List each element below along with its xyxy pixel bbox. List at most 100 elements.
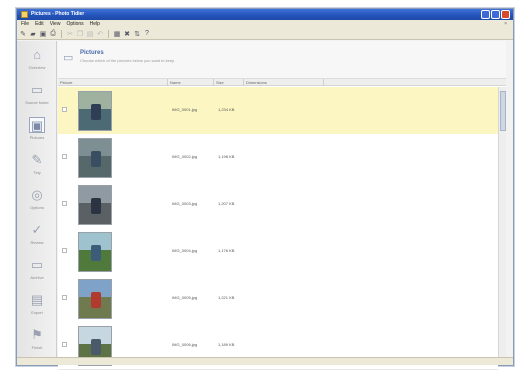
thumbnail-subject: [91, 292, 101, 308]
table-row[interactable]: IMG_0004.jpg 1,176 KB: [58, 228, 498, 276]
print-icon[interactable]: ⎙: [49, 30, 57, 38]
menu-view[interactable]: View: [50, 20, 61, 28]
sidebar-item-options[interactable]: ◎ Options: [17, 185, 57, 225]
sidebar-item-label: Export: [31, 310, 43, 315]
sidebar-item-label: Pictures: [29, 135, 45, 140]
pictures-icon: ▣: [29, 117, 45, 133]
file-size: 1,234 KB: [218, 107, 235, 112]
picture-thumbnail[interactable]: [78, 185, 112, 225]
file-size: 1,198 KB: [218, 154, 235, 159]
open-icon[interactable]: ▰: [29, 30, 37, 38]
file-size: 1,221 KB: [218, 295, 235, 300]
grid-icon[interactable]: ▦: [113, 30, 121, 38]
paste-icon[interactable]: ▤: [86, 30, 94, 38]
menu-close-icon[interactable]: ×: [504, 20, 507, 28]
scrollbar-thumb[interactable]: [500, 91, 506, 131]
picture-thumbnail[interactable]: [78, 91, 112, 131]
page-subtitle: Choose which of the pictures below you w…: [80, 58, 175, 63]
sidebar-item-label: Source folder: [25, 100, 49, 105]
file-size: 1,189 KB: [218, 342, 235, 347]
thumbnail-subject: [91, 339, 101, 355]
file-name: IMG_0003.jpg: [172, 201, 198, 206]
sidebar-item-tidy[interactable]: ✎ Tidy: [17, 150, 57, 190]
page-header: ▭ Pictures Choose which of the pictures …: [58, 41, 506, 79]
delete-icon[interactable]: ✖: [123, 30, 131, 38]
vertical-scrollbar[interactable]: [498, 87, 506, 359]
row-checkbox[interactable]: [62, 295, 67, 300]
finish-icon: ⚑: [31, 327, 43, 342]
sidebar-item-label: Finish: [31, 345, 43, 350]
thumbnail-subject: [91, 151, 101, 167]
app-icon: [21, 11, 28, 18]
thumbnail-subject: [91, 104, 101, 120]
toolbar: ✎ ▰ ▣ ⎙ ✂ ❐ ▤ ↶ ▦ ✖ ⇅?: [17, 28, 513, 40]
title-bar[interactable]: Pictures - Photo Tidier: [17, 9, 513, 20]
row-checkbox[interactable]: [62, 154, 67, 159]
row-checkbox[interactable]: [62, 342, 67, 347]
copy-icon[interactable]: ❐: [76, 30, 84, 38]
file-name: IMG_0006.jpg: [172, 342, 198, 347]
file-size: 1,207 KB: [218, 201, 235, 206]
menu-edit[interactable]: Edit: [35, 20, 44, 28]
file-size: 1,176 KB: [218, 248, 235, 253]
sidebar-item-label: Review: [30, 240, 44, 245]
save-icon[interactable]: ▣: [39, 30, 47, 38]
row-checkbox[interactable]: [62, 107, 67, 112]
settings-icon: ◎: [31, 187, 43, 202]
folder-icon: ▭: [30, 82, 44, 97]
sidebar-item-source-folder[interactable]: ▭ Source folder: [17, 80, 57, 120]
file-name: IMG_0004.jpg: [172, 248, 198, 253]
toolbar-separator: [108, 29, 109, 38]
sidebar-item-overview[interactable]: ⌂ Overview: [17, 45, 57, 85]
menu-file[interactable]: File: [21, 20, 29, 28]
column-size[interactable]: Size: [214, 79, 244, 86]
sidebar-item-export[interactable]: ▤ Export: [17, 290, 57, 330]
picture-list: IMG_0001.jpg 1,234 KB IMG_0002.jpg 1,198 KB…: [58, 87, 498, 370]
column-header: Picture Name Size Dimensions: [58, 79, 506, 86]
status-bar: [17, 357, 513, 365]
column-name[interactable]: Name: [168, 79, 214, 86]
menu-help[interactable]: Help: [90, 20, 100, 28]
window-controls: [481, 10, 510, 19]
toolbar-separator: [61, 29, 62, 38]
undo-icon[interactable]: ↶: [96, 30, 104, 38]
table-row[interactable]: IMG_0005.jpg 1,221 KB: [58, 275, 498, 323]
pictures-icon: ▭: [63, 52, 74, 64]
sidebar-item-review[interactable]: ✓ Review: [17, 220, 57, 260]
table-row[interactable]: IMG_0003.jpg 1,207 KB: [58, 181, 498, 229]
row-checkbox[interactable]: [62, 248, 67, 253]
thumbnail-subject: [91, 198, 101, 214]
home-icon: ⌂: [33, 47, 41, 62]
sidebar-item-label: Archive: [30, 275, 44, 280]
menu-options[interactable]: Options: [66, 20, 83, 28]
sort-icon[interactable]: ⇅: [133, 30, 141, 38]
sidebar-item-archive[interactable]: ▭ Archive: [17, 255, 57, 295]
file-name: IMG_0001.jpg: [172, 107, 198, 112]
check-icon: ✓: [31, 222, 43, 237]
page-title: Pictures: [80, 50, 104, 56]
minimize-button[interactable]: [481, 10, 490, 19]
sidebar-item-label: Overview: [28, 65, 46, 70]
table-row[interactable]: IMG_0001.jpg 1,234 KB: [58, 87, 498, 135]
picture-thumbnail[interactable]: [78, 279, 112, 319]
help-icon[interactable]: ?: [143, 30, 151, 38]
picture-thumbnail[interactable]: [78, 138, 112, 178]
sidebar-item-pictures[interactable]: ▣ Pictures: [17, 115, 57, 155]
app-window: Pictures - Photo Tidier File Edit View Opti…: [16, 8, 514, 370]
column-picture[interactable]: Picture: [58, 79, 168, 86]
close-button[interactable]: [501, 10, 510, 19]
file-name: IMG_0002.jpg: [172, 154, 198, 159]
column-dimensions[interactable]: Dimensions: [244, 79, 324, 86]
new-icon[interactable]: ✎: [19, 30, 27, 38]
maximize-button[interactable]: [491, 10, 500, 19]
cut-icon[interactable]: ✂: [66, 30, 74, 38]
row-checkbox[interactable]: [62, 201, 67, 206]
table-row[interactable]: IMG_0002.jpg 1,198 KB: [58, 134, 498, 182]
window-title: Pictures - Photo Tidier: [31, 11, 85, 17]
sidebar-item-label: Options: [30, 205, 44, 210]
sidebar: ⌂ Overview ▭ Source folder ▣ Pictures ✎ Tidy ◎ Op…: [17, 41, 57, 359]
picture-thumbnail[interactable]: [78, 232, 112, 272]
archive-icon: ▭: [30, 257, 44, 272]
export-icon: ▤: [30, 292, 44, 307]
main-panel: ▭ Pictures Choose which of the pictures …: [58, 41, 506, 370]
